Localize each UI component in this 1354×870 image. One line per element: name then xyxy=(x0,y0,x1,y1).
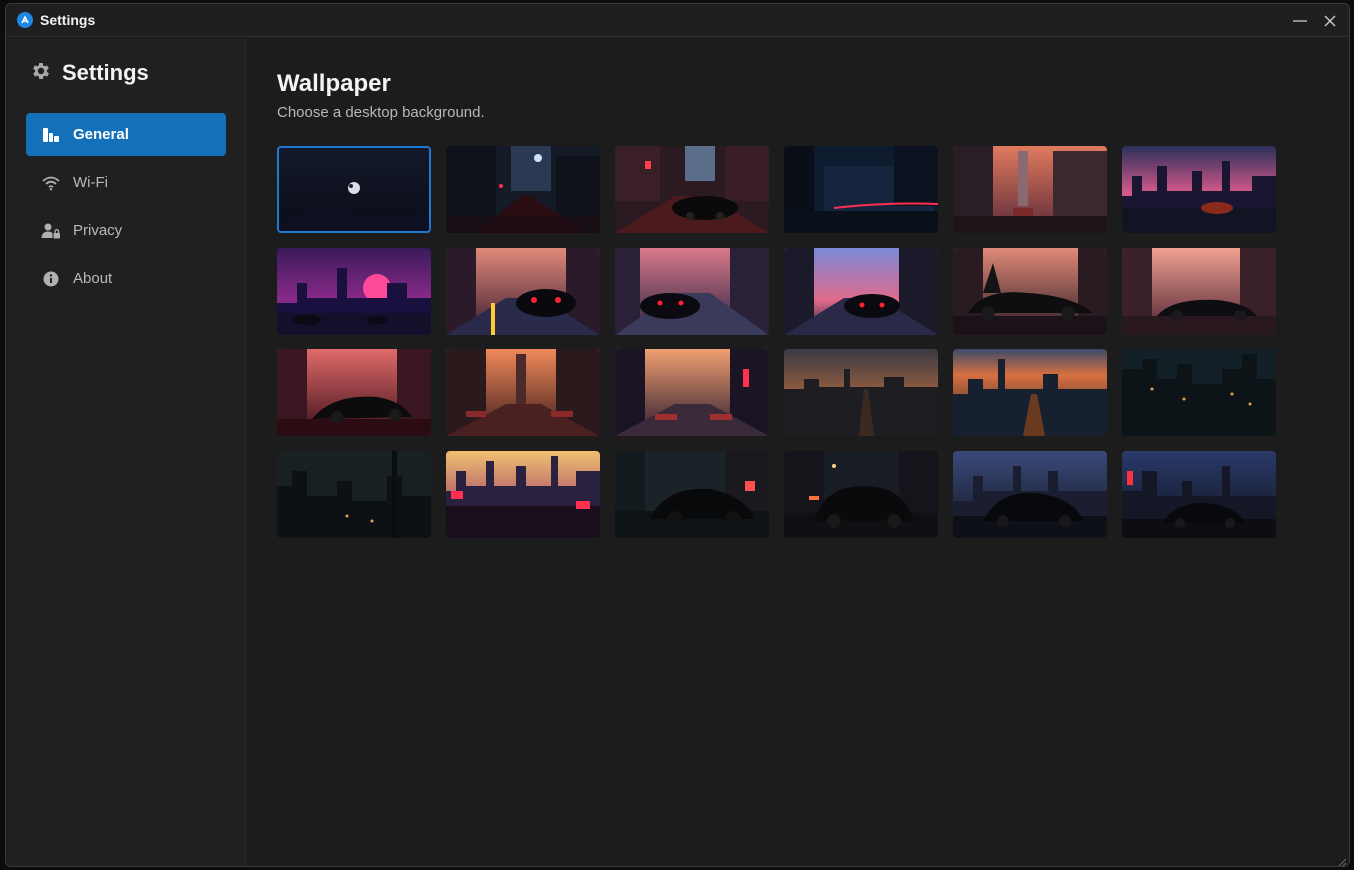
sidebar-item-wifi[interactable]: Wi-Fi xyxy=(26,161,226,204)
wallpaper-thumbnail[interactable] xyxy=(1122,146,1276,233)
wallpaper-thumbnail[interactable] xyxy=(277,247,431,335)
close-button[interactable] xyxy=(1315,4,1345,37)
wallpaper-thumbnail[interactable] xyxy=(784,146,938,233)
wallpaper-thumbnail[interactable] xyxy=(446,247,600,335)
wallpaper-thumbnail[interactable] xyxy=(953,450,1107,538)
sidebar-item-privacy[interactable]: Privacy xyxy=(26,209,226,252)
wallpaper-thumbnail[interactable] xyxy=(1122,247,1276,335)
wallpaper-thumbnail[interactable] xyxy=(953,146,1107,233)
wallpaper-thumbnail[interactable] xyxy=(615,247,769,335)
wallpaper-thumbnail[interactable] xyxy=(446,450,600,538)
sidebar: Settings General Wi-Fi Privacy About xyxy=(6,38,246,866)
settings-window: Settings Settings General Wi-Fi Privacy … xyxy=(5,3,1350,867)
sidebar-title: Settings xyxy=(62,60,149,85)
page-title: Wallpaper xyxy=(277,70,391,97)
wifi-icon xyxy=(41,173,61,193)
wallpaper-thumbnail[interactable] xyxy=(1122,349,1276,436)
sidebar-item-label: About xyxy=(73,270,113,287)
wallpaper-thumbnail[interactable] xyxy=(1122,450,1276,538)
wallpaper-thumbnail[interactable] xyxy=(953,349,1107,436)
close-icon xyxy=(1324,15,1336,26)
sidebar-item-general[interactable]: General xyxy=(26,113,226,156)
page-subtitle: Choose a desktop background. xyxy=(277,104,485,121)
minimize-icon xyxy=(1293,19,1307,22)
title-bar[interactable]: Settings xyxy=(6,4,1349,37)
wallpaper-thumbnail[interactable] xyxy=(784,247,938,335)
info-icon xyxy=(41,269,61,289)
minimize-button[interactable] xyxy=(1285,4,1315,37)
general-icon xyxy=(41,125,61,145)
wallpaper-thumbnail[interactable] xyxy=(784,349,938,436)
wallpaper-thumbnail[interactable] xyxy=(953,247,1107,335)
wallpaper-thumbnail[interactable] xyxy=(784,450,938,538)
sidebar-header: Settings xyxy=(30,58,149,88)
wallpaper-thumbnail[interactable] xyxy=(615,349,769,436)
wallpaper-thumbnail[interactable] xyxy=(446,349,600,436)
sidebar-item-label: Privacy xyxy=(73,222,123,239)
sidebar-item-label: General xyxy=(73,126,129,143)
privacy-icon xyxy=(41,221,61,241)
wallpaper-thumbnail[interactable] xyxy=(615,146,769,233)
wallpaper-thumbnail[interactable] xyxy=(277,146,431,233)
window-title: Settings xyxy=(40,12,96,28)
wallpaper-thumbnail[interactable] xyxy=(446,146,600,233)
main-content: Wallpaper Choose a desktop background. xyxy=(247,38,1349,866)
wallpaper-thumbnail[interactable] xyxy=(615,450,769,538)
gear-icon xyxy=(30,60,52,87)
app-icon xyxy=(17,12,33,28)
resize-grip-icon[interactable] xyxy=(1337,854,1347,866)
sidebar-item-label: Wi-Fi xyxy=(73,174,108,191)
sidebar-item-about[interactable]: About xyxy=(26,257,226,300)
wallpaper-thumbnail[interactable] xyxy=(277,450,431,538)
wallpaper-grid xyxy=(277,146,1276,538)
wallpaper-thumbnail[interactable] xyxy=(277,349,431,436)
